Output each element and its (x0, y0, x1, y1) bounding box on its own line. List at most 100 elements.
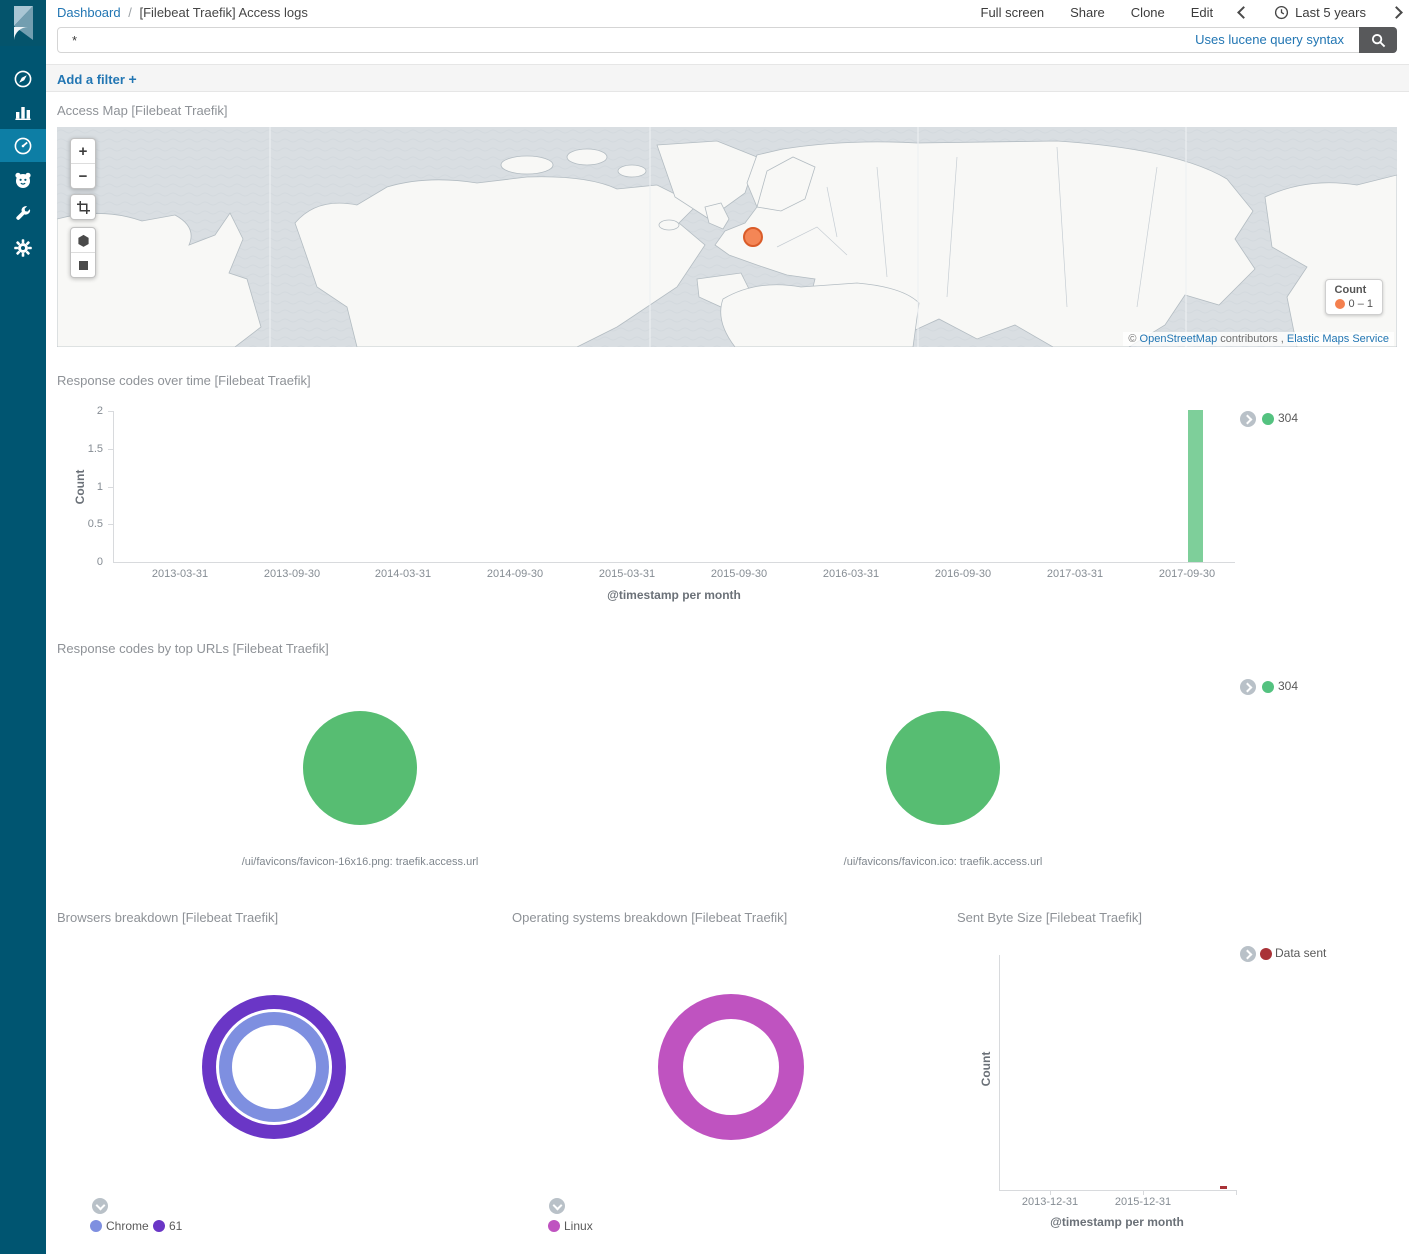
chevron-right-icon (1242, 949, 1252, 959)
hexagon-icon (77, 234, 90, 247)
ems-link[interactable]: Elastic Maps Service (1287, 333, 1389, 345)
tick-mark (108, 449, 113, 450)
legend-item-304[interactable]: 304 (1278, 679, 1298, 693)
query-input[interactable]: * Uses lucene query syntax (57, 27, 1397, 53)
y-tick: 1 (73, 481, 103, 493)
legend-collapse-toggle[interactable] (1240, 679, 1256, 695)
donut-hole (232, 1025, 316, 1109)
clock-icon (1274, 5, 1289, 20)
x-tick: 2015-12-31 (1098, 1196, 1188, 1208)
search-icon (1371, 33, 1386, 48)
x-tick: 2013-03-31 (135, 568, 225, 580)
time-picker-label: Last 5 years (1295, 5, 1366, 20)
bytes-y-axis (999, 955, 1000, 1191)
pie-favicon-16x16[interactable] (303, 711, 417, 825)
draw-rectangle-button[interactable] (71, 252, 95, 277)
x-tick: 2016-09-30 (918, 568, 1008, 580)
zoom-control-group: + − (70, 138, 96, 189)
search-button[interactable] (1359, 27, 1397, 53)
kibana-dashboard-page: Dashboard / [Filebeat Traefik] Access lo… (0, 0, 1409, 1254)
tick-mark (108, 487, 113, 488)
square-icon (79, 261, 88, 270)
x-tick: 2015-09-30 (694, 568, 784, 580)
kibana-logo[interactable] (0, 0, 46, 46)
query-value: * (72, 33, 77, 48)
browsers-panel-title: Browsers breakdown [Filebeat Traefik] (57, 910, 278, 925)
map-legend-title: Count (1335, 284, 1373, 296)
sidebar-item-monitoring[interactable] (0, 163, 46, 196)
geo-point-marker[interactable] (743, 227, 763, 247)
bar-chart-icon (13, 102, 33, 122)
add-filter-button[interactable]: Add a filter + (57, 71, 137, 87)
x-tick: 2015-03-31 (582, 568, 672, 580)
response-y-axis (113, 411, 114, 563)
x-tick: 2014-09-30 (470, 568, 560, 580)
legend-marker-dot (1335, 299, 1345, 309)
world-map (57, 127, 1397, 347)
clone-button[interactable]: Clone (1131, 5, 1165, 20)
donut-hole (683, 1019, 779, 1115)
bytes-panel-title: Sent Byte Size [Filebeat Traefik] (957, 910, 1142, 925)
legend-collapse-toggle[interactable] (92, 1198, 108, 1214)
breadcrumb-separator: / (124, 5, 136, 20)
breadcrumb-current: [Filebeat Traefik] Access logs (139, 5, 307, 20)
x-tick: 2017-03-31 (1030, 568, 1120, 580)
plus-icon: + (129, 71, 137, 87)
legend-dot-61 (153, 1220, 165, 1232)
breadcrumb-dashboard-link[interactable]: Dashboard (57, 5, 121, 20)
x-tick: 2017-09-30 (1142, 568, 1232, 580)
legend-dot-304 (1262, 681, 1274, 693)
legend-dot-chrome (90, 1220, 102, 1232)
legend-item-chrome[interactable]: Chrome (106, 1219, 149, 1233)
bytes-x-axis (999, 1190, 1237, 1191)
header-nav: Full screen Share Clone Edit Last 5 year… (981, 5, 1401, 20)
app-sidebar (0, 0, 46, 1254)
edit-button[interactable]: Edit (1191, 5, 1213, 20)
tick-mark (108, 411, 113, 412)
filter-bar: Add a filter + (46, 64, 1409, 92)
gauge-icon (13, 136, 33, 156)
legend-collapse-toggle[interactable] (549, 1198, 565, 1214)
time-picker-button[interactable]: Last 5 years (1274, 5, 1366, 20)
kibana-logo-icon (0, 0, 46, 46)
legend-item-data-sent[interactable]: Data sent (1275, 946, 1326, 960)
map-legend: Count 0 – 1 (1325, 279, 1383, 315)
add-filter-label: Add a filter (57, 72, 125, 87)
chevron-down-icon (95, 1200, 105, 1210)
access-map[interactable]: + − Count (57, 127, 1397, 347)
bytes-tiny-bar[interactable] (1220, 1186, 1227, 1189)
chevron-right-icon (1242, 414, 1252, 424)
compass-icon (13, 69, 33, 89)
time-back-button[interactable] (1237, 6, 1250, 19)
legend-collapse-toggle[interactable] (1240, 411, 1256, 427)
sidebar-item-visualize[interactable] (0, 95, 46, 128)
breadcrumb: Dashboard / [Filebeat Traefik] Access lo… (57, 5, 308, 20)
zoom-out-button[interactable]: − (71, 163, 95, 188)
lucene-syntax-link[interactable]: Uses lucene query syntax (1195, 32, 1344, 47)
draw-polygon-button[interactable] (71, 228, 95, 252)
x-tick: 2016-03-31 (806, 568, 896, 580)
pie-favicon-ico[interactable] (886, 711, 1000, 825)
legend-collapse-toggle[interactable] (1240, 946, 1256, 962)
tick-mark (108, 524, 113, 525)
sidebar-item-dashboard[interactable] (0, 129, 46, 162)
sidebar-item-dev-tools[interactable] (0, 197, 46, 230)
y-tick: 2 (73, 405, 103, 417)
zoom-in-button[interactable]: + (71, 139, 95, 163)
bar-2017-09-30[interactable] (1188, 410, 1203, 562)
pie-label-favicon-ico: /ui/favicons/favicon.ico: traefik.access… (743, 856, 1143, 868)
legend-item-61[interactable]: 61 (169, 1219, 182, 1233)
fit-data-bounds-button[interactable] (71, 195, 95, 219)
map-legend-range: 0 – 1 (1349, 298, 1373, 310)
time-forward-button[interactable] (1390, 6, 1403, 19)
sidebar-item-management[interactable] (0, 231, 46, 264)
legend-dot-data-sent (1260, 948, 1272, 960)
full-screen-button[interactable]: Full screen (981, 5, 1045, 20)
crop-icon (77, 201, 90, 214)
legend-item-304[interactable]: 304 (1278, 411, 1298, 425)
share-button[interactable]: Share (1070, 5, 1105, 20)
osm-link[interactable]: OpenStreetMap (1140, 333, 1218, 345)
bytes-y-axis-title: Count (979, 1029, 993, 1109)
sidebar-item-discover[interactable] (0, 62, 46, 95)
legend-item-linux[interactable]: Linux (564, 1219, 593, 1233)
